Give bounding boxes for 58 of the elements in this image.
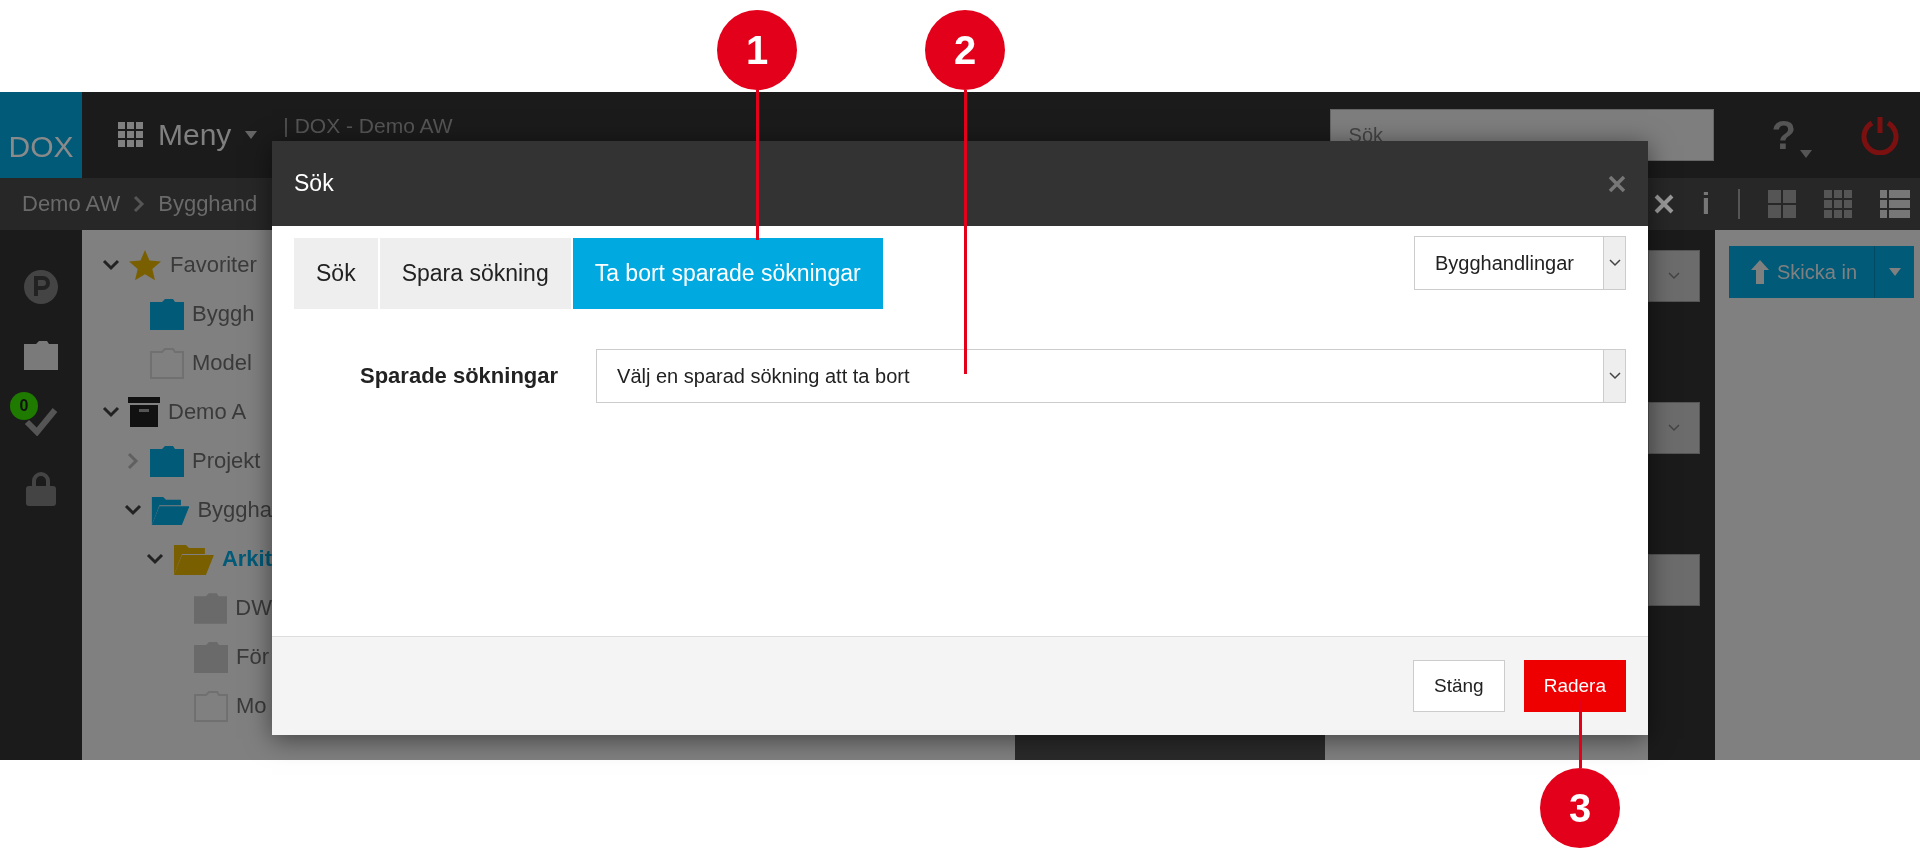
lock-icon[interactable]	[26, 472, 56, 506]
tab[interactable]: Spara sökning	[379, 238, 571, 309]
upload-button[interactable]: Skicka in	[1729, 246, 1914, 298]
leader-line	[1579, 700, 1582, 768]
close-button[interactable]: Stäng	[1413, 660, 1505, 712]
caret-icon	[1888, 268, 1901, 276]
callout-badge: 2	[925, 10, 1005, 90]
folder-icon	[150, 297, 184, 330]
breadcrumb-link[interactable]: Bygghand	[158, 191, 258, 217]
callout-badge: 3	[1540, 768, 1620, 848]
up-arrow-icon	[1751, 260, 1769, 284]
power-icon[interactable]	[1860, 115, 1900, 155]
dropdown-toggle[interactable]	[1648, 250, 1700, 302]
caret-icon	[245, 131, 258, 139]
caret-icon	[1800, 149, 1812, 158]
tab[interactable]: Ta bort sparade sökningar	[572, 238, 883, 309]
star-icon	[128, 248, 162, 281]
logo[interactable]: DOX	[0, 92, 82, 178]
dropdown-toggle[interactable]	[1648, 402, 1700, 454]
list-icon[interactable]	[1880, 190, 1910, 218]
saved-search-select[interactable]: Välj en sparad sökning att ta bort	[596, 349, 1626, 403]
menu-button[interactable]: Meny	[118, 118, 258, 152]
tree-item[interactable]: För	[236, 643, 269, 670]
page-title: | DOX - Demo AW	[283, 114, 453, 138]
close-icon[interactable]	[1608, 174, 1626, 193]
tab[interactable]: Sök	[294, 238, 378, 309]
close-icon[interactable]	[1653, 194, 1674, 214]
tree-item[interactable]: Byggh	[192, 300, 255, 327]
open-folder-icon	[172, 542, 214, 575]
folder-icon[interactable]	[24, 340, 58, 370]
tree-item[interactable]: Favoriter	[170, 251, 257, 278]
help-button[interactable]: ?	[1771, 112, 1812, 158]
input-field[interactable]	[1648, 554, 1700, 606]
chevron-down-icon	[1608, 372, 1621, 380]
tree-item[interactable]: Demo A	[168, 398, 247, 425]
breadcrumb-link[interactable]: Demo AW	[22, 191, 121, 217]
info-button[interactable]: i	[1701, 187, 1710, 221]
folder-icon	[150, 444, 184, 477]
field-label: Sparade sökningar	[360, 363, 559, 389]
tree-item[interactable]: Mo	[236, 692, 267, 719]
chevron-down-icon	[1668, 272, 1680, 280]
archive-box-icon	[128, 396, 160, 427]
tree-item[interactable]: DW	[235, 594, 272, 621]
count-badge: 0	[10, 392, 38, 420]
delete-button[interactable]: Radera	[1523, 660, 1626, 712]
chevron-down-icon	[1608, 259, 1621, 267]
small-grid-icon[interactable]	[1824, 190, 1852, 218]
callout-badge: 1	[717, 10, 797, 90]
chevron-down-icon	[1668, 424, 1680, 432]
tree-item[interactable]: Arkit	[221, 545, 272, 572]
tree-item[interactable]: Projekt	[192, 447, 261, 474]
grid-icon	[118, 122, 144, 148]
tree-item[interactable]: Model	[192, 349, 252, 376]
parking-icon[interactable]	[24, 270, 58, 304]
dialog-title: Sök	[294, 170, 334, 197]
tree-item[interactable]: Byggha	[197, 496, 272, 523]
large-grid-icon[interactable]	[1768, 190, 1796, 218]
scope-select[interactable]: Bygghandlingar	[1414, 236, 1626, 290]
